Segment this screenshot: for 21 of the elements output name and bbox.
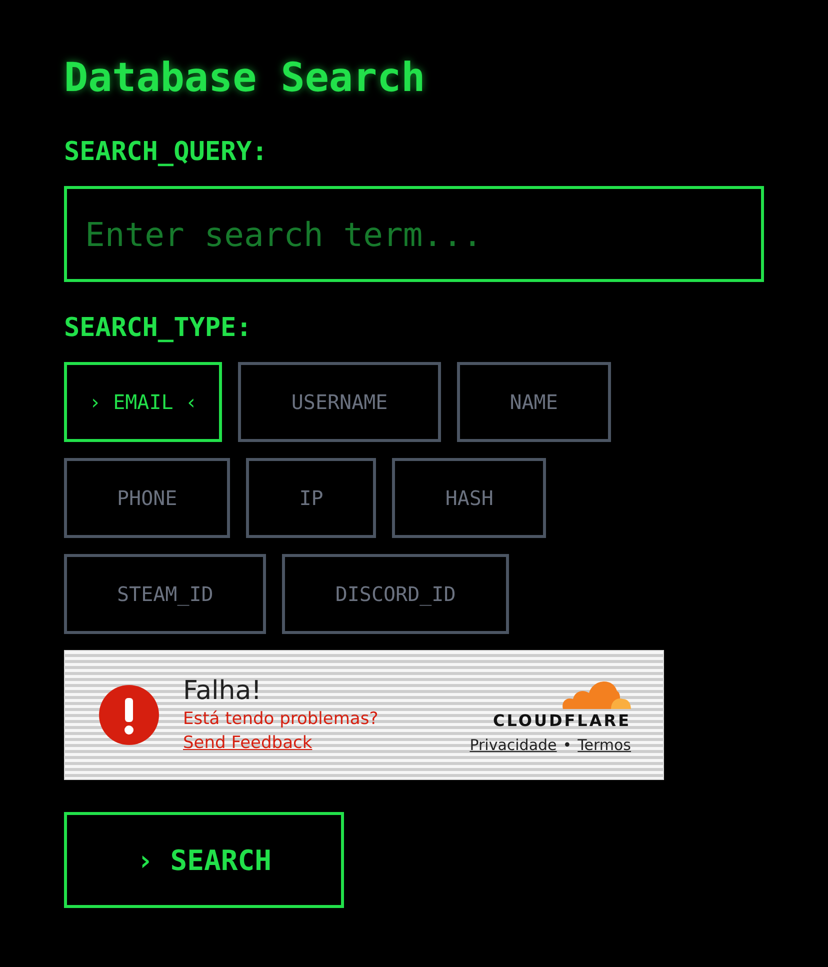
status-text: Falha! [183, 675, 263, 707]
search-type-option[interactable]: PHONE [64, 458, 230, 538]
search-type-option[interactable]: IP [246, 458, 376, 538]
search-type-option[interactable]: STEAM_ID [64, 554, 266, 634]
search-type-option[interactable]: HASH [392, 458, 546, 538]
search-field[interactable]: Enter search term... [64, 186, 764, 282]
search-type-option[interactable]: › EMAIL ‹ [64, 362, 222, 442]
search-type-option[interactable]: USERNAME [238, 362, 441, 442]
page-title: Database Search [64, 54, 426, 103]
search-type-option[interactable]: DISCORD_ID [282, 554, 509, 634]
error-message: Está tendo problemas? [183, 708, 380, 731]
separator-dot: • [562, 736, 572, 754]
error-icon [99, 685, 159, 745]
brand-wordmark: CLOUDFLARE [493, 710, 631, 730]
field-label: SEARCH_TYPE: [64, 312, 253, 345]
feedback-link[interactable]: Send Feedback [183, 731, 312, 755]
search-button[interactable]: › SEARCH [64, 812, 344, 908]
search-type-option[interactable]: NAME [456, 362, 611, 442]
field-label: SEARCH_QUERY: [64, 136, 268, 169]
footer-link[interactable]: Termos [578, 736, 631, 754]
footer-link[interactable]: Privacidade [470, 736, 557, 754]
